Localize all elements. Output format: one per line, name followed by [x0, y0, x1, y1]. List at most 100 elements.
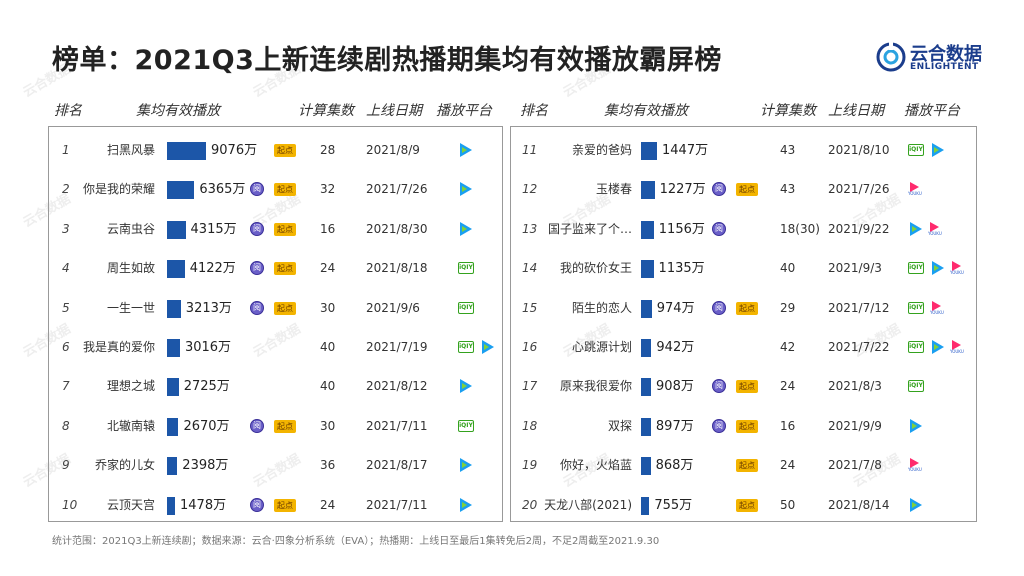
- episode-count: 18(30): [780, 221, 820, 236]
- table-row: 12 玉楼春 1227万阅起点 43 2021/7/26 YOUKU: [0, 170, 1024, 209]
- episode-count: 43: [780, 143, 796, 157]
- show-name: 原来我很爱你: [559, 379, 632, 394]
- table-row: 15 陌生的恋人 974万阅起点 29 2021/7/12 iQIY YOUKU: [0, 289, 1024, 328]
- release-date: 2021/8/14: [828, 497, 890, 512]
- bar-mark: [641, 496, 650, 515]
- bar-mark: [641, 181, 655, 200]
- tencent-video-icon: [932, 143, 944, 157]
- bar-mark: [641, 378, 652, 397]
- value-label: 755万: [654, 497, 693, 513]
- show-name: 心跳源计划: [571, 340, 632, 354]
- yuewen-icon: 阅: [712, 418, 726, 433]
- qidian-badge: 起点: [736, 183, 758, 197]
- iqiyi-icon: iQIY: [908, 144, 924, 156]
- header-rank-right: 排名: [520, 103, 548, 119]
- youku-icon: YOUKU: [950, 261, 964, 275]
- footnote: 统计范围：2021Q3上新连续剧；数据来源：云合·四象分析系统（EVA）；热播期…: [52, 536, 660, 547]
- logo-text-en: ENLIGHTENT: [910, 62, 979, 72]
- youku-icon: YOUKU: [950, 340, 964, 354]
- iqiyi-icon: iQIY: [908, 341, 924, 353]
- header-episodes-left: 计算集数: [298, 103, 354, 119]
- youku-icon: YOUKU: [928, 221, 942, 236]
- qidian-badge: 起点: [736, 419, 758, 433]
- youku-wordmark: YOUKU: [930, 309, 944, 315]
- tencent-video-icon: [932, 261, 944, 276]
- release-date: 2021/8/3: [828, 379, 882, 394]
- table-row: 19 你好，火焰蓝 868万 起点 24 2021/7/8 YOUKU: [0, 446, 1024, 485]
- yuewen-icon: 阅: [712, 182, 726, 197]
- brand-logo: 云合数据 ENLIGHTENT: [876, 40, 986, 76]
- bar-mark: [641, 142, 657, 160]
- header-date-right: 上线日期: [828, 103, 884, 119]
- value-label: 974万: [656, 300, 695, 316]
- episode-count: 29: [780, 300, 796, 315]
- header-views-left: 集均有效播放: [136, 103, 220, 119]
- release-date: 2021/9/3: [828, 261, 882, 276]
- youku-icon: YOUKU: [908, 182, 922, 196]
- tencent-video-icon: [910, 497, 922, 512]
- value-label: 868万: [655, 458, 694, 474]
- table-row: 14 我的砍价女王 1135万 40 2021/9/3 iQIY YOUKU: [0, 249, 1024, 288]
- youku-icon: YOUKU: [908, 458, 922, 472]
- bar-mark: [641, 260, 654, 279]
- release-date: 2021/7/12: [828, 300, 890, 315]
- tencent-video-icon: [910, 418, 922, 433]
- header-platform-right: 播放平台: [904, 103, 960, 119]
- table-row: 11 亲爱的爸妈 1447万 43 2021/8/10 iQIY: [0, 131, 1024, 170]
- value-label: 908万: [656, 379, 694, 395]
- header-date-left: 上线日期: [366, 103, 422, 119]
- header-rank-left: 排名: [54, 103, 82, 119]
- episode-count: 42: [780, 340, 796, 354]
- youku-wordmark: YOUKU: [928, 230, 942, 236]
- release-date: 2021/9/22: [828, 221, 890, 236]
- youku-wordmark: YOUKU: [908, 191, 922, 197]
- value-label: 942万: [656, 340, 695, 355]
- tencent-video-icon: [910, 221, 922, 236]
- episode-count: 40: [780, 261, 796, 276]
- release-date: 2021/8/10: [828, 143, 890, 157]
- youku-wordmark: YOUKU: [950, 349, 964, 354]
- bar-mark: [641, 220, 654, 239]
- value-label: 1156万: [658, 221, 705, 237]
- table-row: 16 心跳源计划 942万 42 2021/7/22 iQIY YOUKU: [0, 328, 1024, 367]
- show-name: 双探: [607, 418, 632, 433]
- header-views-right: 集均有效播放: [604, 103, 688, 119]
- yuewen-icon: 阅: [712, 221, 726, 236]
- release-date: 2021/9/9: [828, 418, 882, 433]
- show-name: 玉楼春: [595, 182, 632, 197]
- table-row: 20 天龙八部(2021) 755万 起点 50 2021/8/14: [0, 486, 1024, 525]
- logo-mark-icon: [876, 42, 906, 72]
- iqiyi-icon: iQIY: [908, 380, 924, 393]
- episode-count: 16: [780, 418, 796, 433]
- episode-count: 50: [780, 497, 796, 512]
- table-row: 18 双探 897万阅起点 16 2021/9/9: [0, 407, 1024, 446]
- yuewen-icon: 阅: [712, 379, 726, 394]
- episode-count: 24: [780, 458, 796, 473]
- value-label: 1135万: [658, 261, 705, 277]
- yuewen-icon: 阅: [712, 300, 726, 315]
- qidian-badge: 起点: [736, 459, 758, 473]
- tencent-video-icon: [932, 340, 944, 354]
- show-name: 你好，火焰蓝: [559, 458, 632, 473]
- bar-mark: [641, 299, 652, 318]
- bar-mark: [641, 339, 652, 357]
- value-label: 1447万: [662, 143, 709, 158]
- iqiyi-icon: iQIY: [908, 262, 924, 275]
- header-episodes-right: 计算集数: [760, 103, 816, 119]
- bar-mark: [641, 457, 651, 476]
- show-name: 陌生的恋人: [571, 300, 632, 315]
- bar-mark: [641, 417, 651, 436]
- release-date: 2021/7/22: [828, 340, 890, 354]
- episode-count: 24: [780, 379, 796, 394]
- show-name: 天龙八部(2021): [544, 497, 632, 512]
- header-platform-left: 播放平台: [436, 103, 492, 119]
- value-label: 897万: [655, 418, 694, 434]
- show-name: 亲爱的爸妈: [571, 143, 632, 157]
- episode-count: 43: [780, 182, 796, 197]
- qidian-badge: 起点: [736, 380, 758, 394]
- table-row: 13 国子监来了个… 1156万阅 18(30) 2021/9/22 YOUKU: [0, 210, 1024, 249]
- qidian-badge: 起点: [736, 498, 758, 512]
- youku-icon: YOUKU: [930, 300, 944, 315]
- release-date: 2021/7/26: [828, 182, 890, 197]
- qidian-badge: 起点: [736, 301, 758, 315]
